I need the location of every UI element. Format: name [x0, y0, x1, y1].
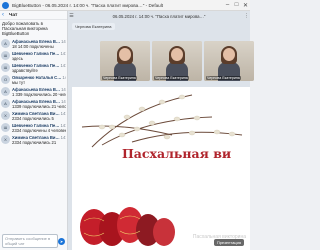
- send-icon[interactable]: ➤: [58, 238, 65, 245]
- welcome-message: Добро пожаловать в Пасхальная викторина …: [2, 21, 48, 37]
- message-time: 14:01: [61, 98, 66, 104]
- message-time: 14:00: [60, 50, 66, 56]
- message-author: Афанасьева Елена В…14:01: [12, 99, 66, 104]
- message-text: 2334 подключились 21: [12, 139, 57, 145]
- message-author: Шевченко Галина Пе…14:01: [12, 63, 66, 68]
- chat-message: ШШевченко Галина Пе…14:01здравствуйте: [0, 62, 67, 74]
- message-time: 14:02: [60, 134, 66, 140]
- presentation-button[interactable]: Презентация: [213, 239, 244, 246]
- participant-name: Чернова Екатерина: [206, 76, 241, 80]
- avatar: Ш: [1, 122, 10, 132]
- avatar: А: [1, 86, 10, 96]
- avatar: Х: [1, 134, 10, 144]
- message-time: 14:01: [61, 86, 66, 92]
- chat-title: Чат: [9, 12, 18, 18]
- message-time: 14:01: [60, 62, 66, 68]
- video-tile[interactable]: Чернова Екатерина: [204, 41, 254, 81]
- chat-message: ХХимина Светлана Ви…14:012334 подключили…: [0, 110, 67, 122]
- avatar: А: [1, 38, 10, 48]
- chat-panel: ‹ Чат Добро пожаловать в Пасхальная викт…: [0, 11, 68, 250]
- message-author: Шевченко Галина Пе…14:01: [12, 123, 66, 128]
- avatar: Х: [1, 110, 10, 120]
- avatar: Ш: [1, 62, 10, 72]
- back-arrow-icon[interactable]: ‹: [2, 12, 9, 18]
- message-text: 1339 подключились 21 человек: [12, 103, 66, 109]
- message-author: Шевченко Галина Пе…14:00: [12, 51, 66, 56]
- close-icon[interactable]: ✕: [241, 0, 250, 11]
- message-time: 14:01: [62, 74, 66, 80]
- message-author: Овчаренко Наталья С…14:01: [12, 75, 66, 80]
- title-bar: BigBlueButton - 06.05.2024 г. 14:00 ч. "…: [0, 0, 250, 11]
- meeting-title: 06.05.2024 г. 14:00 ч. "Пасха платит мир…: [112, 13, 206, 19]
- participant-name: Чернова Екатерина: [154, 76, 189, 80]
- chat-message: ШШевченко Галина Пе…14:012334 подключены…: [0, 122, 67, 134]
- chat-header: ‹ Чат: [0, 11, 67, 20]
- video-tile[interactable]: Чернова Екатерина: [100, 41, 150, 81]
- message-time: 14:01: [60, 122, 66, 128]
- app-window: BigBlueButton - 06.05.2024 г. 14:00 ч. "…: [0, 0, 254, 250]
- message-time: 14:00: [61, 38, 66, 44]
- main-toolbar: ☰ 06.05.2024 г. 14:00 ч. "Пасха платит м…: [68, 11, 250, 21]
- minimize-icon[interactable]: –: [223, 0, 232, 11]
- message-text: 1 339 подключились 20 человек: [12, 91, 66, 97]
- message-text: 18 14:00 подключены: [12, 43, 54, 49]
- bigbluebutton-logo-icon: [2, 1, 9, 9]
- settings-icon[interactable]: ⋮: [243, 13, 250, 19]
- message-text: 2334 подключились 5: [12, 115, 54, 121]
- slide-title: Пасхальная ви: [122, 146, 232, 161]
- message-text: здравствуйте: [12, 67, 38, 73]
- window-title: BigBlueButton - 06.05.2024 г. 14:00 ч. "…: [12, 2, 164, 8]
- message-author: Афанасьева Елена В…14:00: [12, 39, 66, 44]
- message-text: мы тут: [12, 79, 26, 85]
- chat-message: ООвчаренко Наталья С…14:01мы тут: [0, 74, 67, 86]
- message-author: Химина Светлана Ви…14:02: [12, 135, 66, 140]
- easter-illustration: [80, 94, 243, 246]
- avatar: О: [1, 74, 10, 84]
- chat-message: ХХимина Светлана Ви…14:022334 подключили…: [0, 134, 67, 146]
- message-text: 2334 подключены 4 человека: [12, 127, 66, 133]
- presentation-slide[interactable]: Пасхальная ви Пасхальная викторина Презе…: [72, 87, 250, 250]
- chat-message: ШШевченко Галина Пе…14:00здесь: [0, 50, 67, 62]
- message-list: ААфанасьева Елена В…14:0018 14:00 подклю…: [0, 38, 67, 146]
- message-author: Химина Светлана Ви…14:01: [12, 111, 66, 116]
- main-area: ☰ 06.05.2024 г. 14:00 ч. "Пасха платит м…: [68, 11, 254, 250]
- participant-name: Чернова Екатерина: [102, 76, 137, 80]
- video-tile[interactable]: Чернова Екатерина: [152, 41, 202, 81]
- chat-message: ААфанасьева Елена В…14:011 339 подключил…: [0, 86, 67, 98]
- message-author: Афанасьева Елена В…14:01: [12, 87, 66, 92]
- message-time: 14:01: [60, 110, 66, 116]
- avatar: Ш: [1, 50, 10, 60]
- chat-message: ААфанасьева Елена В…14:011339 подключили…: [0, 98, 67, 110]
- chat-message: ААфанасьева Елена В…14:0018 14:00 подклю…: [0, 38, 67, 50]
- chat-input[interactable]: Отправить сообщение в общий чат: [2, 234, 58, 248]
- avatar: А: [1, 98, 10, 108]
- presenter-tag: Чернова Екатерина: [72, 23, 115, 30]
- message-text: здесь: [12, 55, 23, 61]
- users-icon[interactable]: ☰: [68, 13, 75, 19]
- maximize-icon[interactable]: □: [232, 0, 241, 11]
